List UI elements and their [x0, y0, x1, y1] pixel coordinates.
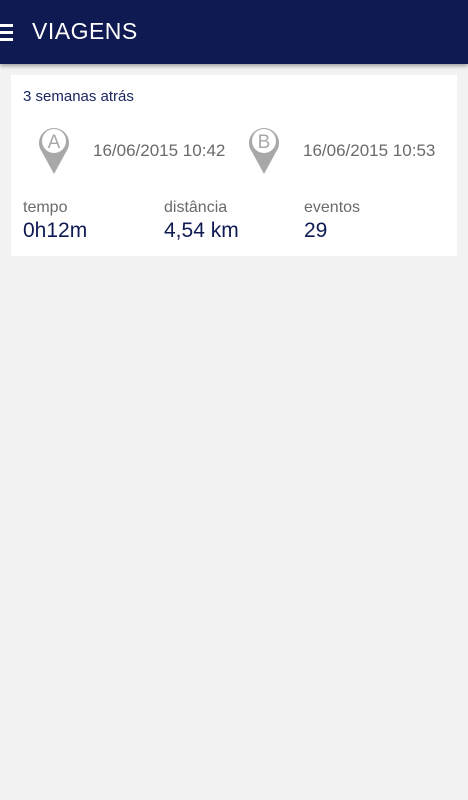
- distance-value: 4,54 km: [164, 219, 239, 242]
- end-marker-letter: B: [258, 132, 271, 153]
- duration-label: tempo: [23, 199, 68, 216]
- start-datetime: 16/06/2015 10:42: [93, 141, 226, 160]
- trip-card[interactable]: 3 semanas atrás A 16/06/2015 10:42 B 16/…: [11, 75, 457, 256]
- hamburger-menu-icon[interactable]: [0, 22, 14, 42]
- start-location-pin-icon: A: [37, 125, 71, 175]
- end-location-pin-icon: B: [247, 125, 281, 175]
- start-marker-letter: A: [48, 132, 61, 153]
- events-label: eventos: [304, 199, 361, 216]
- duration-value: 0h12m: [23, 219, 88, 242]
- end-datetime: 16/06/2015 10:53: [303, 141, 436, 160]
- trip-time-ago: 3 semanas atrás: [23, 88, 134, 105]
- distance-label: distância: [164, 199, 228, 216]
- events-value: 29: [304, 219, 328, 242]
- page-title: VIAGENS: [32, 18, 138, 44]
- app-bar: VIAGENS: [0, 0, 468, 64]
